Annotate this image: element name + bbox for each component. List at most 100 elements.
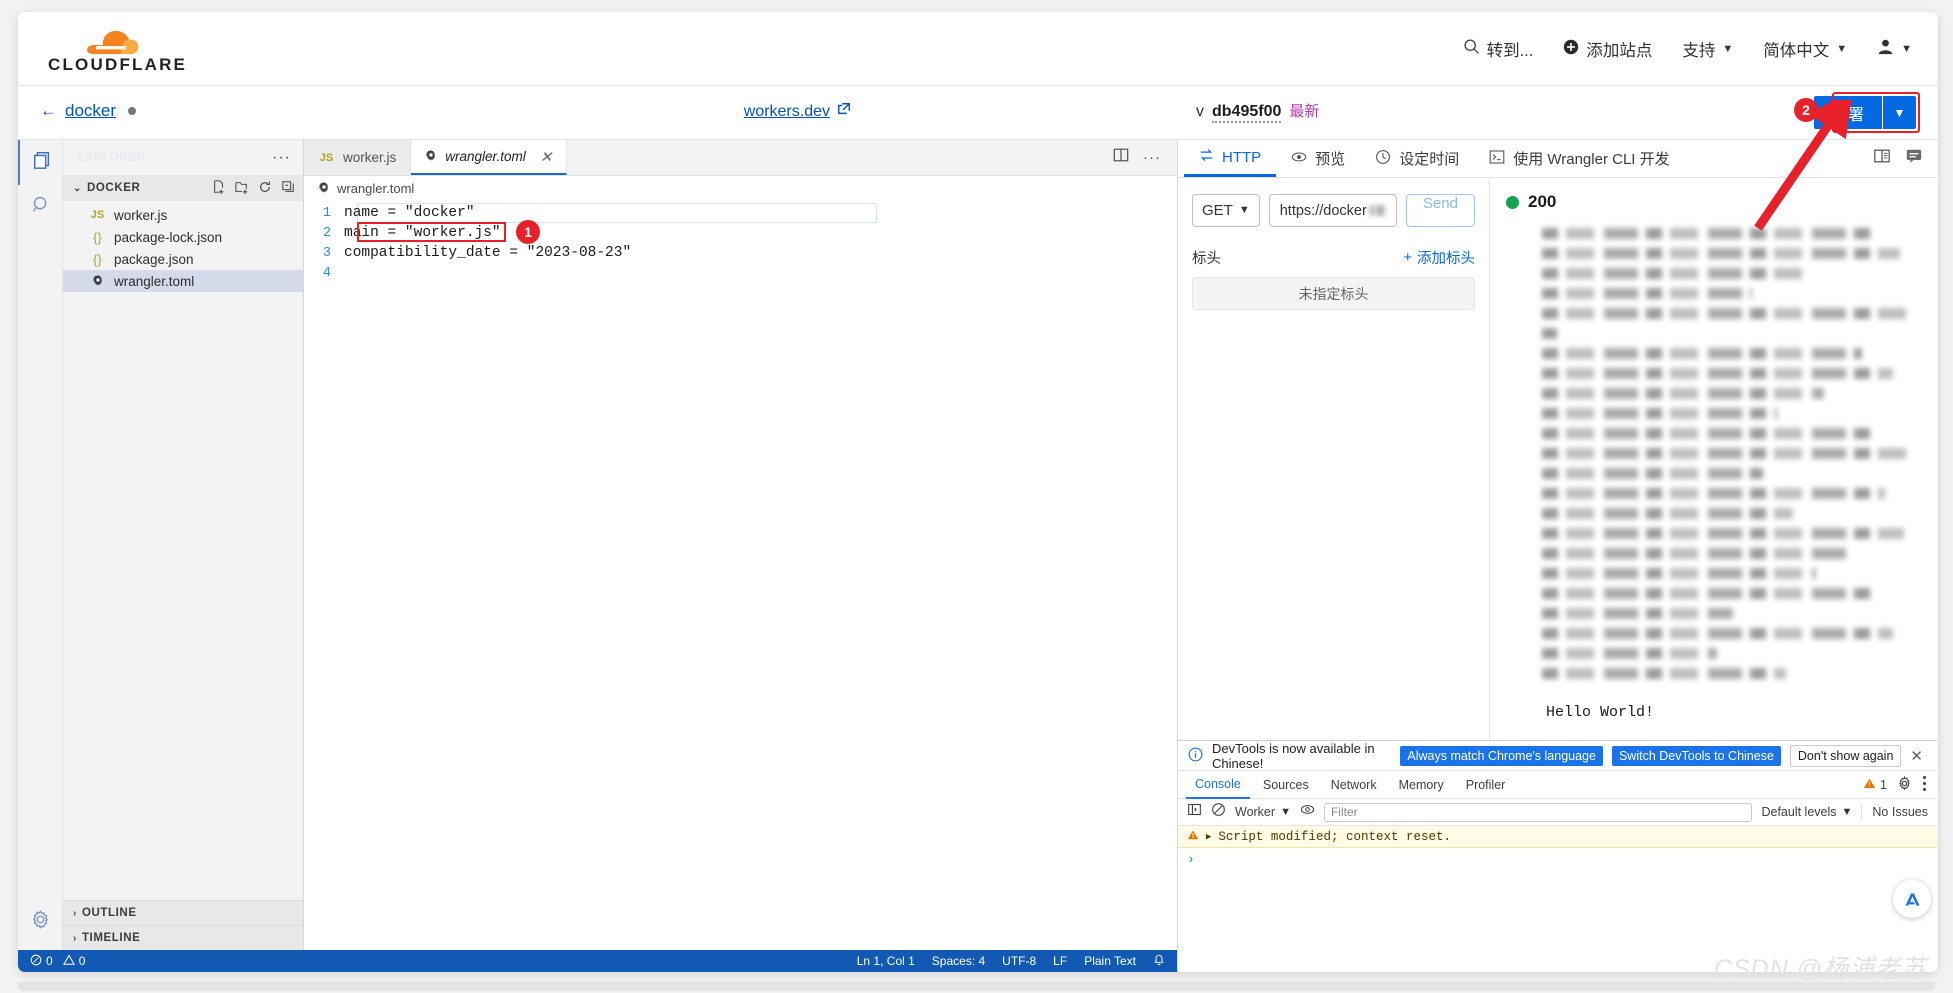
console-context-select[interactable]: Worker ▼ [1235,805,1291,819]
back-link-label: docker [65,101,117,120]
json-file-icon: {} [93,251,102,267]
redacted-line [1542,508,1794,519]
more-actions-icon[interactable]: ··· [1143,149,1161,166]
console-message-warning[interactable]: ▶ Script modified; context reset. [1178,826,1937,848]
add-header-button[interactable]: + 添加标头 [1404,247,1475,268]
new-folder-icon[interactable] [235,180,249,197]
nav-support[interactable]: 支持 ▼ [1682,37,1733,61]
console-filter-input[interactable]: Filter [1323,802,1753,822]
editor-tab-worker-js[interactable]: JS worker.js [304,140,412,175]
activity-settings-button[interactable] [18,899,63,944]
devtools-warning-count-group[interactable]: 1 [1863,777,1887,793]
devtools-panel: DevTools is now available in Chinese! Al… [1178,740,1937,972]
explorer-more-icon[interactable]: ··· [272,149,291,167]
devtools-tab-profiler[interactable]: Profiler [1457,771,1515,799]
response-body: Hello World! [1490,212,1937,740]
tab-set-time[interactable]: 设定时间 [1360,140,1474,177]
file-item-package-json[interactable]: {} package.json [63,248,303,270]
folder-section-docker[interactable]: ⌄ DOCKER [63,175,303,201]
refresh-icon[interactable] [258,180,272,197]
warning-icon [62,954,75,969]
section-outline[interactable]: › OUTLINE [63,900,303,925]
status-encoding[interactable]: UTF-8 [1002,954,1036,968]
clear-console-icon[interactable] [1211,802,1226,822]
code-line-1: 1 name = "docker" [304,203,1177,223]
tab-wrangler-cli[interactable]: 使用 Wrangler CLI 开发 [1474,140,1684,177]
code-content[interactable]: 1 name = "docker" 2 main = "worker.js" 3… [304,200,1177,950]
breadcrumb-label: wrangler.toml [337,180,415,196]
deploy-dropdown-button[interactable]: ▼ [1882,96,1916,129]
activity-bar [18,140,63,950]
nav-language[interactable]: 简体中文 ▼ [1763,37,1847,61]
line-number: 3 [322,245,331,261]
devtools-tab-console[interactable]: Console [1186,771,1250,799]
ai-assistant-badge[interactable] [1893,880,1931,918]
dont-show-again-button[interactable]: Don't show again [1789,744,1902,767]
folder-actions [212,179,295,197]
file-item-package-lock-json[interactable]: {} package-lock.json [63,226,303,248]
tab-preview[interactable]: 预览 [1276,140,1360,177]
live-expression-icon[interactable] [1300,802,1315,822]
plus-icon: + [1403,249,1412,266]
back-to-docker-link[interactable]: ← docker [40,101,137,121]
status-problems[interactable]: 0 0 [30,954,85,969]
workers-dev-link[interactable]: workers.dev [744,102,851,121]
expander-icon[interactable]: ▶ [1206,832,1211,842]
section-timeline[interactable]: › TIMELINE [63,925,303,950]
close-icon[interactable]: ✕ [540,148,553,166]
cloudflare-logo[interactable]: CLOUDFLARE [48,30,185,76]
editor-tab-wrangler-toml[interactable]: wrangler.toml ✕ [411,140,568,175]
nav-account[interactable]: ▼ [1877,38,1912,60]
status-indentation[interactable]: Spaces: 4 [932,954,985,968]
bell-icon[interactable] [1153,954,1165,969]
tab-http[interactable]: HTTP [1184,140,1277,177]
eye-icon [1291,149,1307,169]
split-editor-icon[interactable] [1113,147,1129,168]
console-input-prompt[interactable]: › [1178,848,1937,870]
deploy-button[interactable]: 部署 [1813,96,1882,129]
error-count: 0 [46,954,53,968]
console-sidebar-icon[interactable] [1187,802,1202,822]
activity-search-button[interactable] [18,185,63,230]
devtools-tab-sources[interactable]: Sources [1254,771,1318,799]
headers-label: 标头 [1192,251,1221,267]
kebab-menu-icon[interactable] [1922,775,1927,795]
docs-book-icon[interactable] [1873,147,1891,170]
file-item-worker-js[interactable]: JS worker.js [63,204,303,226]
status-left: 0 0 [30,954,85,969]
activity-explorer-button[interactable] [18,140,63,185]
nav-goto[interactable]: 转到... [1463,37,1533,61]
version-indicator[interactable]: v db495f00 最新 [1196,100,1319,123]
feedback-chat-icon[interactable] [1905,147,1923,170]
redacted-line [1542,328,1558,339]
collapse-all-icon[interactable] [281,180,295,197]
file-item-wrangler-toml[interactable]: wrangler.toml [63,270,303,292]
send-button[interactable]: Send [1405,194,1475,227]
status-language-mode[interactable]: Plain Text [1084,954,1136,968]
console-issues-status[interactable]: No Issues [1861,805,1928,819]
always-match-language-button[interactable]: Always match Chrome's language [1400,745,1603,766]
response-body-text: Hello World! [1546,704,1655,721]
devtools-tab-memory[interactable]: Memory [1390,771,1453,799]
http-method-select[interactable]: GET ▼ [1192,194,1260,227]
status-cursor-position[interactable]: Ln 1, Col 1 [857,954,915,968]
url-input[interactable]: https://docker [1268,194,1397,227]
version-prefix: v [1196,103,1204,120]
code-line-2: 2 main = "worker.js" [304,223,1177,243]
close-icon[interactable]: ✕ [1910,747,1927,765]
redacted-line [1542,588,1878,599]
new-file-icon[interactable] [212,179,226,197]
switch-devtools-chinese-button[interactable]: Switch DevTools to Chinese [1611,745,1781,766]
redacted-line [1542,348,1863,359]
gear-icon[interactable] [1897,775,1912,794]
response-status: 200 [1490,192,1937,212]
request-row: GET ▼ https://docker Send [1192,194,1475,227]
request-column: GET ▼ https://docker Send 标头 + 添加标头 未指定标… [1178,178,1490,740]
toml-gear-icon [89,274,106,289]
devtools-tab-network[interactable]: Network [1322,771,1386,799]
file-label: package-lock.json [114,229,223,245]
console-levels-select[interactable]: Default levels ▼ [1761,805,1852,819]
nav-add-site[interactable]: 添加站点 [1563,37,1652,61]
screenshot-root: CLOUDFLARE 转到... 添加站点 支持 ▼ 简体中文 ▼ ▼ ← do… [0,0,1953,993]
status-eol[interactable]: LF [1053,954,1067,968]
